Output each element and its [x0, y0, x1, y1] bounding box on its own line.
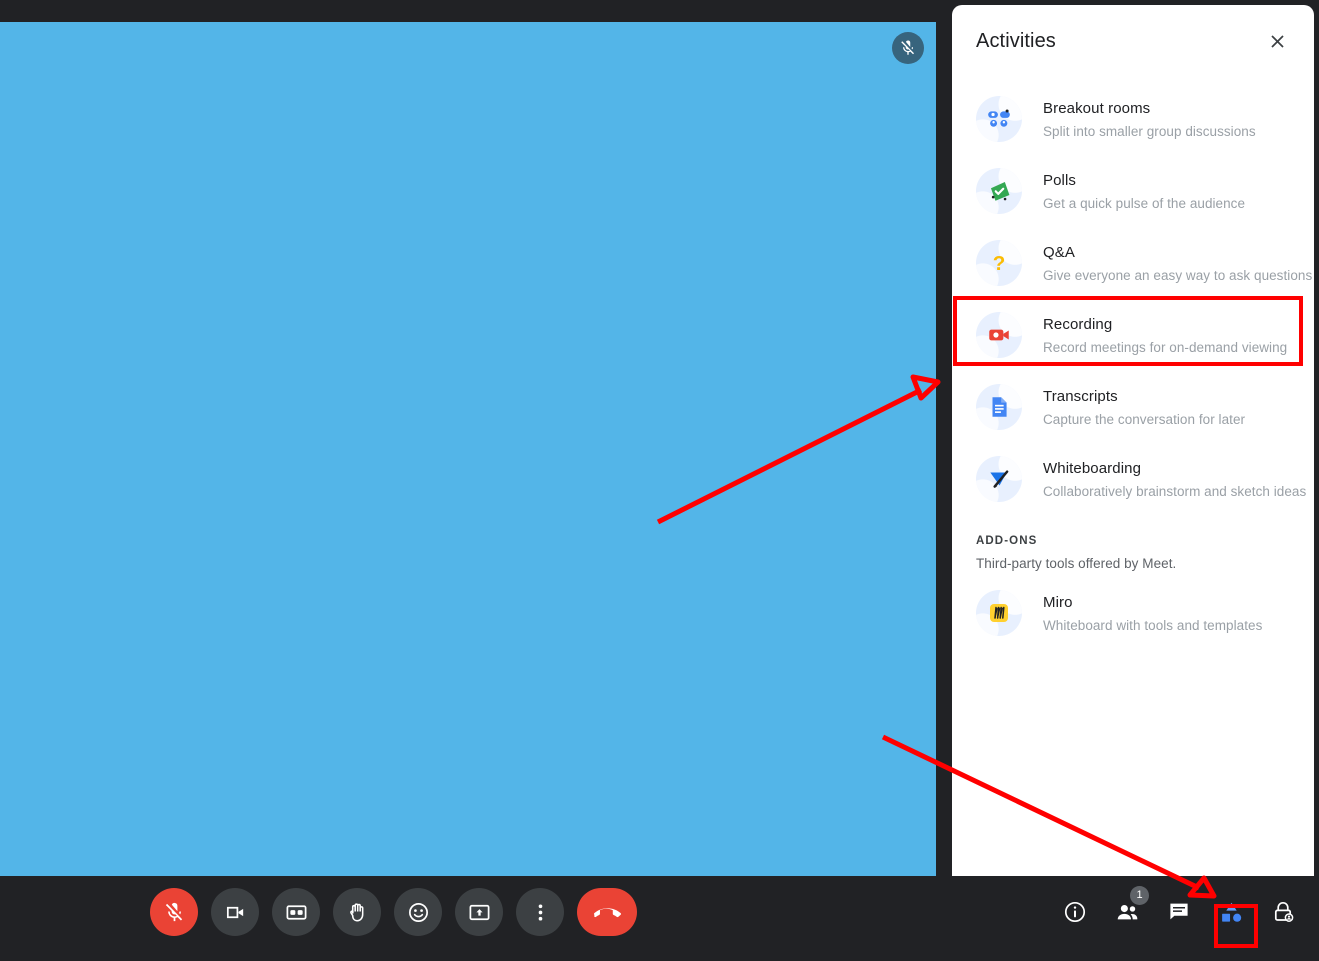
- captions-button[interactable]: [272, 888, 320, 936]
- reactions-button[interactable]: [394, 888, 442, 936]
- activity-subtitle: Split into smaller group discussions: [1043, 123, 1256, 139]
- camera-button[interactable]: [211, 888, 259, 936]
- polls-icon: [976, 168, 1022, 214]
- chat-bubble-icon: [1170, 903, 1188, 920]
- mic-off-icon: [901, 40, 914, 55]
- addons-section-description: Third-party tools offered by Meet.: [976, 556, 1177, 571]
- raise-hand-button[interactable]: [333, 888, 381, 936]
- addons-section-label: ADD-ONS: [976, 535, 1038, 547]
- close-button[interactable]: [1262, 26, 1292, 56]
- activity-subtitle: Record meetings for on-demand viewing: [1043, 339, 1288, 355]
- breakout-rooms-icon: [976, 96, 1022, 142]
- panel-header: Activities: [952, 5, 1314, 77]
- present-screen-icon: [469, 904, 489, 920]
- video-camera-icon: [226, 906, 243, 918]
- activity-item-miro[interactable]: Miro Whiteboard with tools and templates: [952, 577, 1314, 649]
- mic-off-icon: [165, 902, 182, 921]
- activity-title: Whiteboarding: [1043, 459, 1142, 477]
- miro-icon: [976, 590, 1022, 636]
- activity-title: Miro: [1043, 593, 1073, 611]
- activities-list: Breakout rooms Split into smaller group …: [952, 77, 1314, 649]
- page-title: Activities: [976, 29, 1056, 52]
- more-options-button[interactable]: [516, 888, 564, 936]
- closed-captions-icon: [286, 904, 306, 920]
- info-circle-icon: [1064, 901, 1086, 923]
- activity-item-polls[interactable]: Polls Get a quick pulse of the audience: [952, 155, 1314, 227]
- video-tile: [0, 22, 936, 876]
- activity-item-recording[interactable]: Recording Record meetings for on-demand …: [952, 299, 1314, 371]
- meeting-actions: 1: [1051, 886, 1307, 936]
- activity-title: Recording: [1043, 315, 1113, 333]
- whiteboarding-icon: [976, 456, 1022, 502]
- people-button[interactable]: 1: [1103, 886, 1151, 936]
- bottom-toolbar: 1: [0, 876, 1319, 961]
- activity-subtitle: Capture the conversation for later: [1043, 411, 1246, 427]
- raised-hand-icon: [349, 902, 363, 922]
- activity-title: Q&A: [1043, 243, 1075, 261]
- svg-text:?: ?: [993, 252, 1006, 275]
- activities-panel: Activities Breakout rooms Split into sma…: [952, 5, 1314, 889]
- activities-button[interactable]: [1207, 888, 1255, 936]
- qa-icon: ?: [976, 240, 1022, 286]
- microphone-off-button[interactable]: [150, 888, 198, 936]
- activity-item-transcripts[interactable]: Transcripts Capture the conversation for…: [952, 371, 1314, 443]
- meet-window: Activities Breakout rooms Split into sma…: [0, 0, 1319, 961]
- activity-title: Transcripts: [1043, 387, 1118, 405]
- chat-button[interactable]: [1155, 888, 1203, 936]
- lock-host-controls-icon: [1274, 902, 1294, 922]
- three-dots-vertical-icon: [538, 903, 542, 921]
- phone-hangup-icon: [593, 907, 621, 917]
- meeting-details-button[interactable]: [1051, 888, 1099, 936]
- call-controls: [150, 888, 637, 936]
- transcripts-icon: [976, 384, 1022, 430]
- activity-subtitle: Get a quick pulse of the audience: [1043, 195, 1246, 211]
- activities-shapes-icon: [1221, 902, 1241, 922]
- activity-item-whiteboarding[interactable]: Whiteboarding Collaboratively brainstorm…: [952, 443, 1314, 515]
- mic-off-badge: [892, 32, 924, 64]
- activity-title: Polls: [1043, 171, 1077, 189]
- present-now-button[interactable]: [455, 888, 503, 936]
- people-count-badge: 1: [1130, 886, 1149, 905]
- recording-icon: [976, 312, 1022, 358]
- activity-subtitle: Collaboratively brainstorm and sketch id…: [1043, 483, 1307, 499]
- activity-subtitle: Give everyone an easy way to ask questio…: [1043, 267, 1313, 283]
- close-icon: [1270, 34, 1284, 48]
- host-controls-button[interactable]: [1259, 888, 1307, 936]
- activity-subtitle: Whiteboard with tools and templates: [1043, 617, 1263, 633]
- activity-item-qa[interactable]: ? Q&A Give everyone an easy way to ask q…: [952, 227, 1314, 299]
- activity-item-breakout-rooms[interactable]: Breakout rooms Split into smaller group …: [952, 83, 1314, 155]
- leave-call-button[interactable]: [577, 888, 637, 936]
- activity-title: Breakout rooms: [1043, 99, 1151, 117]
- emoji-smiley-icon: [408, 902, 428, 922]
